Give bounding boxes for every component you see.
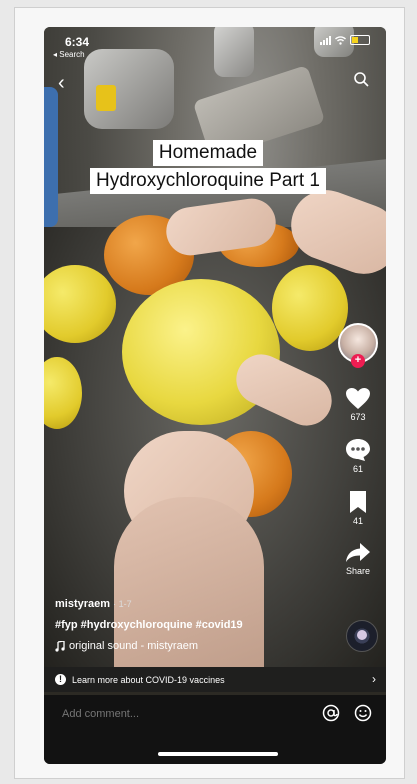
video-title-overlay: Homemade Hydroxychloroquine Part 1 <box>70 140 346 194</box>
share-arrow-icon <box>346 543 370 562</box>
sound-name: original sound - mistyraem <box>69 640 198 652</box>
music-note-icon <box>55 640 65 652</box>
back-to-search-link[interactable]: ◂ Search <box>53 50 85 59</box>
comment-bubble-icon <box>346 439 370 461</box>
status-time: 6:34 <box>65 35 90 49</box>
action-rail: + 673 61 41 Share <box>336 323 380 576</box>
post-date: · 1-7 <box>113 599 132 609</box>
video-player[interactable] <box>44 27 386 667</box>
comment-input[interactable] <box>60 707 264 721</box>
emoji-icon[interactable] <box>354 704 372 722</box>
creator-avatar[interactable]: + <box>338 323 378 368</box>
creator-username[interactable]: mistyraem <box>55 598 110 610</box>
back-arrow-icon[interactable]: ‹ <box>58 72 65 95</box>
chevron-right-icon: › <box>372 672 376 686</box>
comment-bar <box>44 695 386 764</box>
save-button[interactable]: 41 <box>336 490 380 526</box>
heart-icon <box>346 388 370 409</box>
phone-screen: 6:34 ◂ Search ‹ Homemade Hydroxychloroqu… <box>44 27 386 764</box>
follow-plus-icon[interactable]: + <box>351 354 365 368</box>
sleeve <box>44 87 58 227</box>
yellow-clip <box>96 85 116 111</box>
hashtags[interactable]: #fyp #hydroxychloroquine #covid19 <box>55 619 243 631</box>
video-caption: mistyraem · 1-7 #fyp #hydroxychloroquine… <box>55 598 243 652</box>
wifi-icon <box>335 35 346 45</box>
covid-info-banner[interactable]: ! Learn more about COVID-19 vaccines › <box>44 667 386 692</box>
save-count: 41 <box>352 516 363 526</box>
title-line-1: Homemade <box>152 140 264 166</box>
like-button[interactable]: 673 <box>336 387 380 422</box>
sound-link[interactable]: original sound - mistyraem <box>55 640 243 652</box>
signal-icon <box>320 35 331 45</box>
share-label: Share <box>345 566 371 576</box>
search-icon[interactable] <box>353 71 369 87</box>
status-bar: 6:34 ◂ Search <box>44 27 386 59</box>
info-icon: ! <box>55 674 66 685</box>
like-count: 673 <box>350 412 366 422</box>
sound-disc-icon[interactable] <box>346 620 378 652</box>
share-button[interactable]: Share <box>336 542 380 576</box>
comment-count: 61 <box>352 464 363 474</box>
bookmark-icon <box>350 491 366 513</box>
battery-icon <box>350 35 370 45</box>
status-icons <box>320 35 370 45</box>
mention-at-icon[interactable] <box>322 704 340 722</box>
home-indicator <box>158 752 278 756</box>
comment-button[interactable]: 61 <box>336 438 380 474</box>
covid-banner-text: Learn more about COVID-19 vaccines <box>72 674 225 685</box>
title-line-2: Hydroxychloroquine Part 1 <box>90 168 326 194</box>
